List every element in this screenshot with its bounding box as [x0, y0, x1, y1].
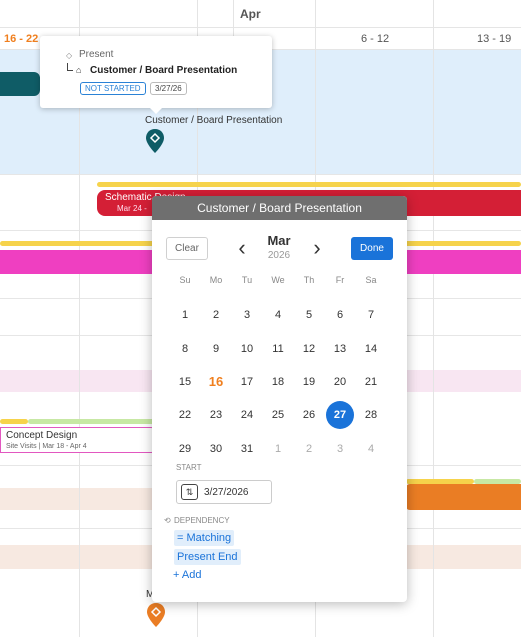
calendar-day[interactable]: 26 [295, 401, 323, 429]
calendar-day[interactable]: 29 [171, 435, 199, 463]
week-label: 6 - 12 [361, 33, 390, 45]
calendar-day-selected[interactable]: 27 [326, 401, 354, 429]
diamond-icon: ◇ [66, 51, 73, 60]
week-gridline [433, 0, 434, 637]
calendar-day[interactable]: 20 [326, 368, 354, 396]
clear-button[interactable]: Clear [166, 237, 208, 260]
weekday-label: Sa [365, 275, 377, 285]
start-date-field[interactable]: ⇅ 3/27/2026 [176, 480, 272, 504]
calendar-day[interactable]: 7 [357, 301, 385, 329]
calendar-day[interactable]: 8 [171, 335, 199, 363]
calendar-day-next-month[interactable]: 2 [295, 435, 323, 463]
status-badge: NOT STARTED [80, 82, 146, 95]
task-bar-title: Concept Design [6, 430, 78, 441]
calendar-day-next-month[interactable]: 3 [326, 435, 354, 463]
week-label-current: 16 - 22 [4, 33, 39, 45]
weekday-label: Mo [209, 275, 223, 285]
calendar-day[interactable]: 24 [233, 401, 261, 429]
dependency-icon: ⟲ [164, 516, 171, 525]
calendar-day[interactable]: 5 [295, 301, 323, 329]
tooltip-title: Customer / Board Presentation [90, 65, 238, 76]
calendar-month: Mar [267, 233, 291, 248]
milestone-pin-icon[interactable] [145, 128, 165, 154]
milestone-label: Customer / Board Presentation [145, 115, 283, 126]
date-picker-popup: Customer / Board Presentation Clear ‹ Ma… [152, 196, 407, 602]
date-badge: 3/27/26 [150, 82, 187, 95]
task-bar-concept[interactable]: Concept Design Site Visits | Mar 18 - Ap… [0, 427, 164, 453]
calendar-day[interactable]: 28 [357, 401, 385, 429]
calendar-day[interactable]: 19 [295, 368, 323, 396]
calendar-day[interactable]: 12 [295, 335, 323, 363]
task-bar-dates: Mar 24 - [117, 204, 147, 213]
done-button[interactable]: Done [351, 237, 393, 260]
calendar-day[interactable]: 3 [233, 301, 261, 329]
calendar-year: 2026 [267, 250, 291, 261]
calendar-day[interactable]: 11 [264, 335, 292, 363]
weekday-label: Tu [241, 275, 253, 285]
task-bar[interactable] [406, 484, 521, 510]
calendar-day[interactable]: 22 [171, 401, 199, 429]
start-label: START [176, 463, 202, 472]
calendar-day[interactable]: 23 [202, 401, 230, 429]
calendar-day[interactable]: 2 [202, 301, 230, 329]
milestone-tooltip: ◇ Present ⌂ Customer / Board Presentatio… [40, 36, 272, 114]
calendar-day-today[interactable]: 16 [202, 368, 230, 396]
progress-strip [0, 419, 28, 424]
calendar-day[interactable]: 17 [233, 368, 261, 396]
dependency-chip[interactable]: Present End [174, 549, 241, 565]
popup-title: Customer / Board Presentation [152, 196, 407, 220]
calendar-day[interactable]: 31 [233, 435, 261, 463]
calendar-day[interactable]: 14 [357, 335, 385, 363]
weekday-label: Su [179, 275, 191, 285]
calendar-day[interactable]: 13 [326, 335, 354, 363]
calendar-day[interactable]: 10 [233, 335, 261, 363]
calendar-day[interactable]: 4 [264, 301, 292, 329]
month-label: Apr [240, 7, 261, 21]
dependency-chip[interactable]: = Matching [174, 530, 235, 546]
start-date-value: 3/27/2026 [204, 487, 249, 498]
tree-connector-icon [67, 63, 73, 71]
week-label: 13 - 19 [477, 33, 512, 45]
pin-icon: ⌂ [76, 65, 82, 75]
calendar-day[interactable]: 25 [264, 401, 292, 429]
milestone-pin-icon[interactable] [146, 602, 166, 628]
calendar-day[interactable]: 21 [357, 368, 385, 396]
calendar-day[interactable]: 1 [171, 301, 199, 329]
weekday-label: We [271, 275, 285, 285]
tooltip-parent: Present [79, 49, 114, 60]
next-month-icon[interactable]: › [309, 237, 325, 260]
calendar-day[interactable]: 30 [202, 435, 230, 463]
calendar-day[interactable]: 9 [202, 335, 230, 363]
progress-strip [28, 419, 164, 424]
calendar-day-next-month[interactable]: 1 [264, 435, 292, 463]
progress-strip [97, 182, 521, 187]
dependency-name: Present End [177, 551, 238, 563]
task-bar[interactable] [0, 72, 40, 96]
calendar-day[interactable]: 15 [171, 368, 199, 396]
calendar-day[interactable]: 6 [326, 301, 354, 329]
add-dependency-link[interactable]: + Add [173, 569, 201, 581]
dependency-label: DEPENDENCY [174, 516, 230, 525]
dependency-name: Matching [186, 532, 232, 544]
calendar-day[interactable]: 18 [264, 368, 292, 396]
weekday-label: Th [303, 275, 315, 285]
calendar-toggle-icon[interactable]: ⇅ [181, 484, 198, 500]
task-bar-subtitle: Site Visits | Mar 18 - Apr 4 [6, 443, 87, 450]
calendar-day-next-month[interactable]: 4 [357, 435, 385, 463]
weekday-label: Fr [335, 275, 345, 285]
